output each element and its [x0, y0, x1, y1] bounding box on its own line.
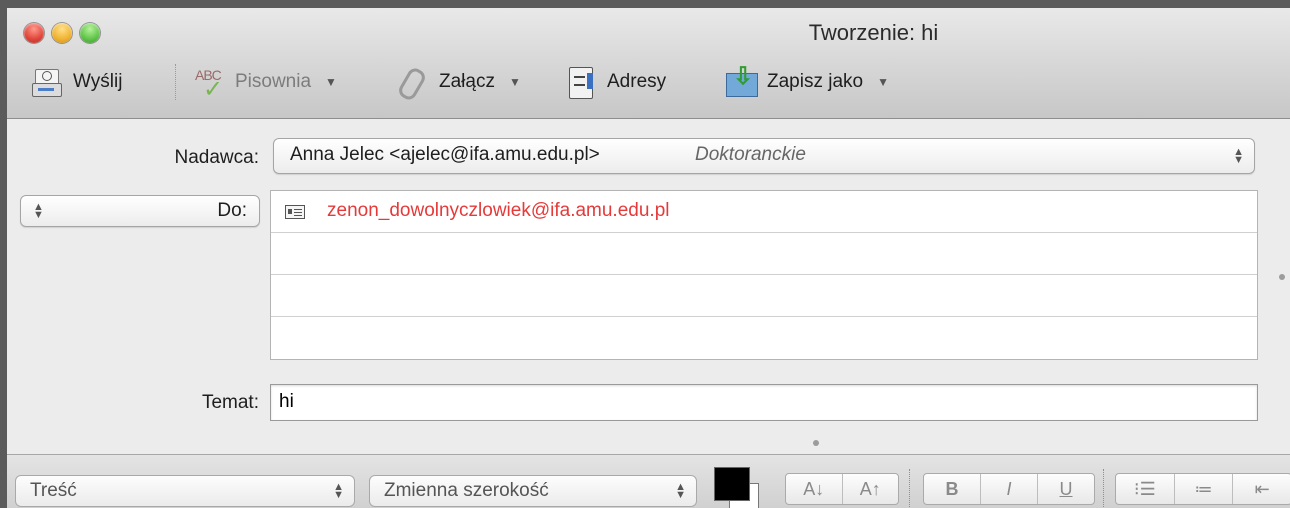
recipient-address[interactable]: zenon_dowolnyczlowiek@ifa.amu.edu.pl — [327, 200, 669, 222]
from-select[interactable]: Anna Jelec <ajelec@ifa.amu.edu.pl> Dokto… — [273, 138, 1255, 174]
save-as-button[interactable]: ⇩ Zapisz jako ▼ — [723, 62, 889, 102]
chevron-down-icon: ▼ — [877, 75, 889, 89]
font-value: Zmienna szerokość — [384, 480, 549, 501]
text-color-well[interactable] — [714, 467, 750, 501]
subject-input[interactable]: hi — [270, 384, 1258, 421]
recipients-list[interactable]: zenon_dowolnyczlowiek@ifa.amu.edu.pl — [270, 190, 1258, 360]
subject-value: hi — [279, 391, 294, 412]
addresses-button[interactable]: Adresy — [563, 62, 666, 102]
paperclip-icon — [395, 65, 429, 103]
send-label: Wyślij — [73, 71, 123, 92]
to-field-type-select[interactable]: ▲ ▼ Do: — [20, 195, 260, 227]
send-button[interactable]: Wyślij — [29, 62, 122, 102]
save-icon: ⇩ — [723, 65, 758, 99]
underline-button[interactable]: U — [1038, 474, 1094, 504]
bullet-list-icon[interactable]: ⁝☰ — [1116, 474, 1175, 504]
updown-arrows-icon: ▲ ▼ — [675, 481, 686, 501]
bold-button[interactable]: B — [924, 474, 981, 504]
format-bar: Treść ▲ ▼ Zmienna szerokość ▲ ▼ A↓ A↑ B I … — [7, 454, 1290, 508]
send-icon — [29, 65, 63, 99]
attach-label: Załącz — [439, 71, 495, 92]
chevron-down-icon: ▼ — [508, 75, 521, 89]
window-title: Tworzenie: hi — [808, 20, 939, 45]
recipient-row[interactable] — [271, 317, 1257, 358]
attach-button[interactable]: Załącz ▼ — [395, 62, 521, 103]
recipient-row[interactable]: zenon_dowolnyczlowiek@ifa.amu.edu.pl — [271, 191, 1257, 233]
spelling-button[interactable]: ABC ✓ Pisownia ▼ — [191, 62, 337, 103]
compose-window: Tworzenie: hi Wyślij ABC ✓ Pisownia ▼ Zał… — [7, 8, 1290, 508]
spellcheck-icon: ABC ✓ — [195, 67, 224, 103]
text-style-control: B I U — [923, 473, 1095, 505]
toolbar-separator — [175, 64, 176, 100]
font-size-control: A↓ A↑ — [785, 473, 899, 505]
save-as-label: Zapisz jako — [767, 71, 864, 92]
updown-arrows-icon: ▲ ▼ — [1233, 146, 1244, 166]
chevron-down-icon: ▼ — [325, 75, 337, 89]
font-smaller-button[interactable]: A↓ — [786, 474, 843, 504]
spelling-label: Pisownia — [235, 71, 312, 92]
resize-grip[interactable] — [1279, 274, 1285, 280]
font-larger-button[interactable]: A↑ — [843, 474, 899, 504]
paragraph-style-select[interactable]: Treść ▲ ▼ — [15, 475, 355, 507]
decrease-indent-icon[interactable]: ⇤ — [1233, 474, 1290, 504]
to-label: Do: — [217, 200, 247, 221]
font-select[interactable]: Zmienna szerokość ▲ ▼ — [369, 475, 697, 507]
subject-label: Temat: — [201, 392, 259, 413]
contact-card-icon — [285, 205, 305, 219]
updown-arrows-icon: ▲ ▼ — [333, 481, 344, 501]
address-book-icon — [563, 65, 597, 99]
toolbar-separator — [909, 469, 910, 507]
recipient-row[interactable] — [271, 233, 1257, 275]
recipient-row[interactable] — [271, 275, 1257, 317]
numbered-list-icon[interactable]: ≔ — [1175, 474, 1234, 504]
toolbar-separator — [1103, 469, 1104, 507]
addresses-label: Adresy — [607, 71, 667, 92]
italic-button[interactable]: I — [981, 474, 1038, 504]
from-label: Nadawca: — [174, 147, 260, 168]
from-address: Anna Jelec <ajelec@ifa.amu.edu.pl> — [290, 144, 600, 165]
list-indent-control: ⁝☰ ≔ ⇤ — [1115, 473, 1290, 505]
from-account: Doktoranckie — [695, 144, 806, 165]
title-bar: Tworzenie: hi Wyślij ABC ✓ Pisownia ▼ Zał… — [7, 8, 1290, 119]
paragraph-style-value: Treść — [30, 480, 77, 501]
divider-grip[interactable] — [813, 440, 819, 446]
updown-arrows-icon: ▲ ▼ — [33, 201, 44, 221]
